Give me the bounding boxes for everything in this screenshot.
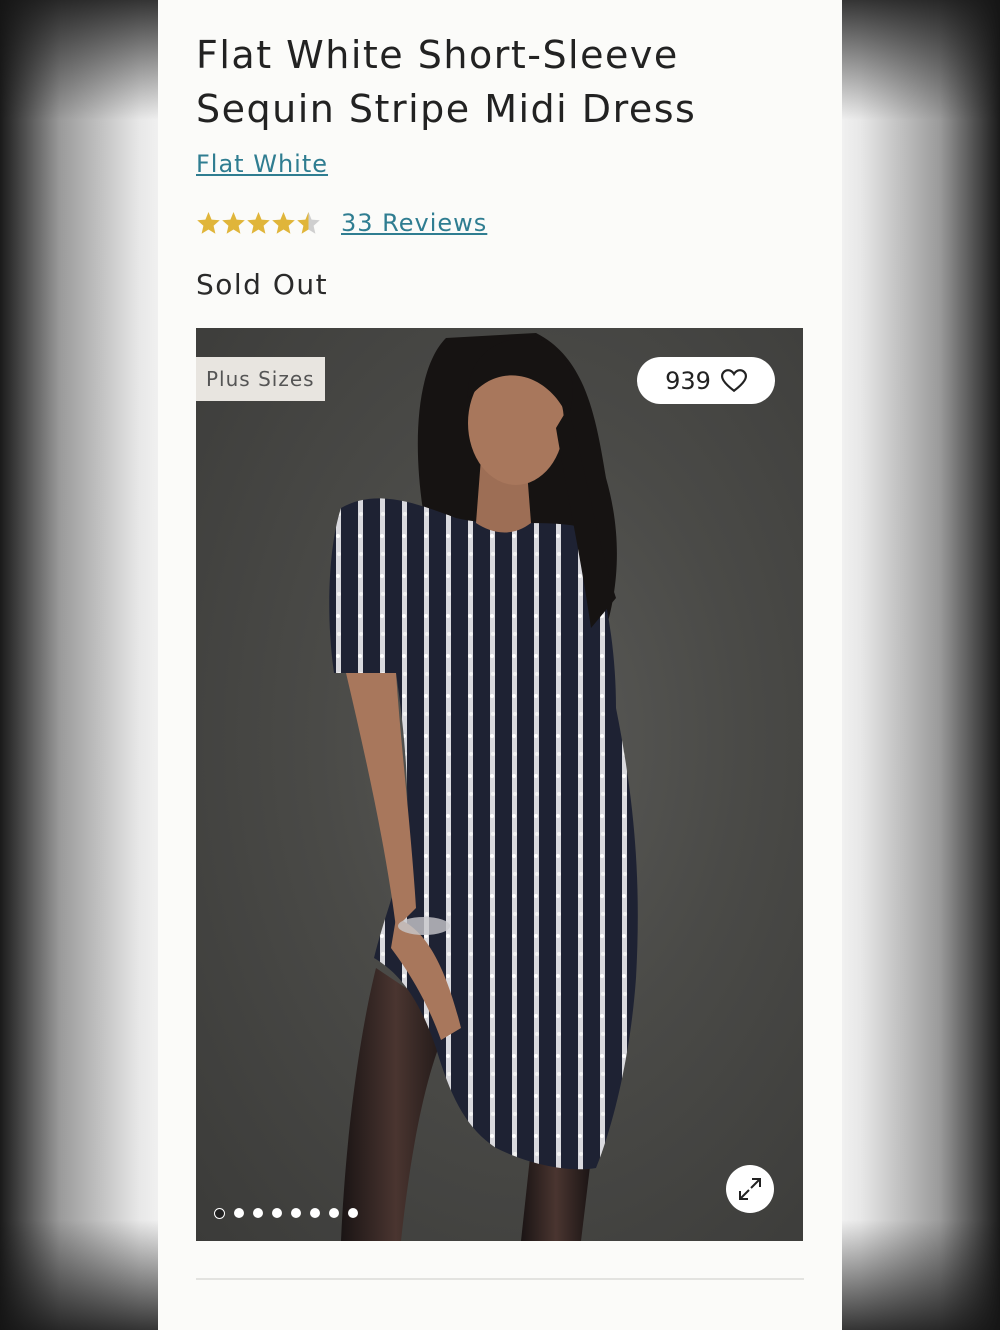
gallery-dot[interactable] [310, 1208, 320, 1218]
product-panel: Flat White Short-Sleeve Sequin Stripe Mi… [158, 0, 842, 1330]
star-rating[interactable] [196, 211, 321, 236]
gallery-dot[interactable] [348, 1208, 358, 1218]
star-icon [271, 211, 296, 236]
plus-sizes-badge: Plus Sizes [196, 357, 325, 401]
star-icon [221, 211, 246, 236]
favorite-button[interactable]: 939 [637, 357, 775, 404]
product-title: Flat White Short-Sleeve Sequin Stripe Mi… [196, 33, 697, 131]
expand-icon [739, 1178, 761, 1200]
product-image-gallery[interactable]: Plus Sizes 939 [196, 328, 803, 1241]
star-icon [196, 211, 221, 236]
reviews-link[interactable]: 33 Reviews [341, 209, 487, 237]
gallery-dot[interactable] [234, 1208, 244, 1218]
gallery-dot[interactable] [253, 1208, 263, 1218]
rating-row: 33 Reviews [196, 205, 487, 241]
gallery-pagination [214, 1208, 358, 1219]
section-divider [196, 1278, 804, 1280]
star-icon [296, 211, 321, 236]
expand-image-button[interactable] [726, 1165, 774, 1213]
star-icon [246, 211, 271, 236]
brand-link[interactable]: Flat White [196, 150, 328, 178]
gallery-dot[interactable] [272, 1208, 282, 1218]
heart-icon [720, 368, 747, 392]
gallery-dot[interactable] [329, 1208, 339, 1218]
product-photo [329, 333, 638, 1241]
gallery-dot[interactable] [291, 1208, 301, 1218]
gallery-dot[interactable] [214, 1208, 225, 1219]
favorite-count: 939 [665, 366, 711, 395]
availability-status: Sold Out [196, 268, 329, 301]
